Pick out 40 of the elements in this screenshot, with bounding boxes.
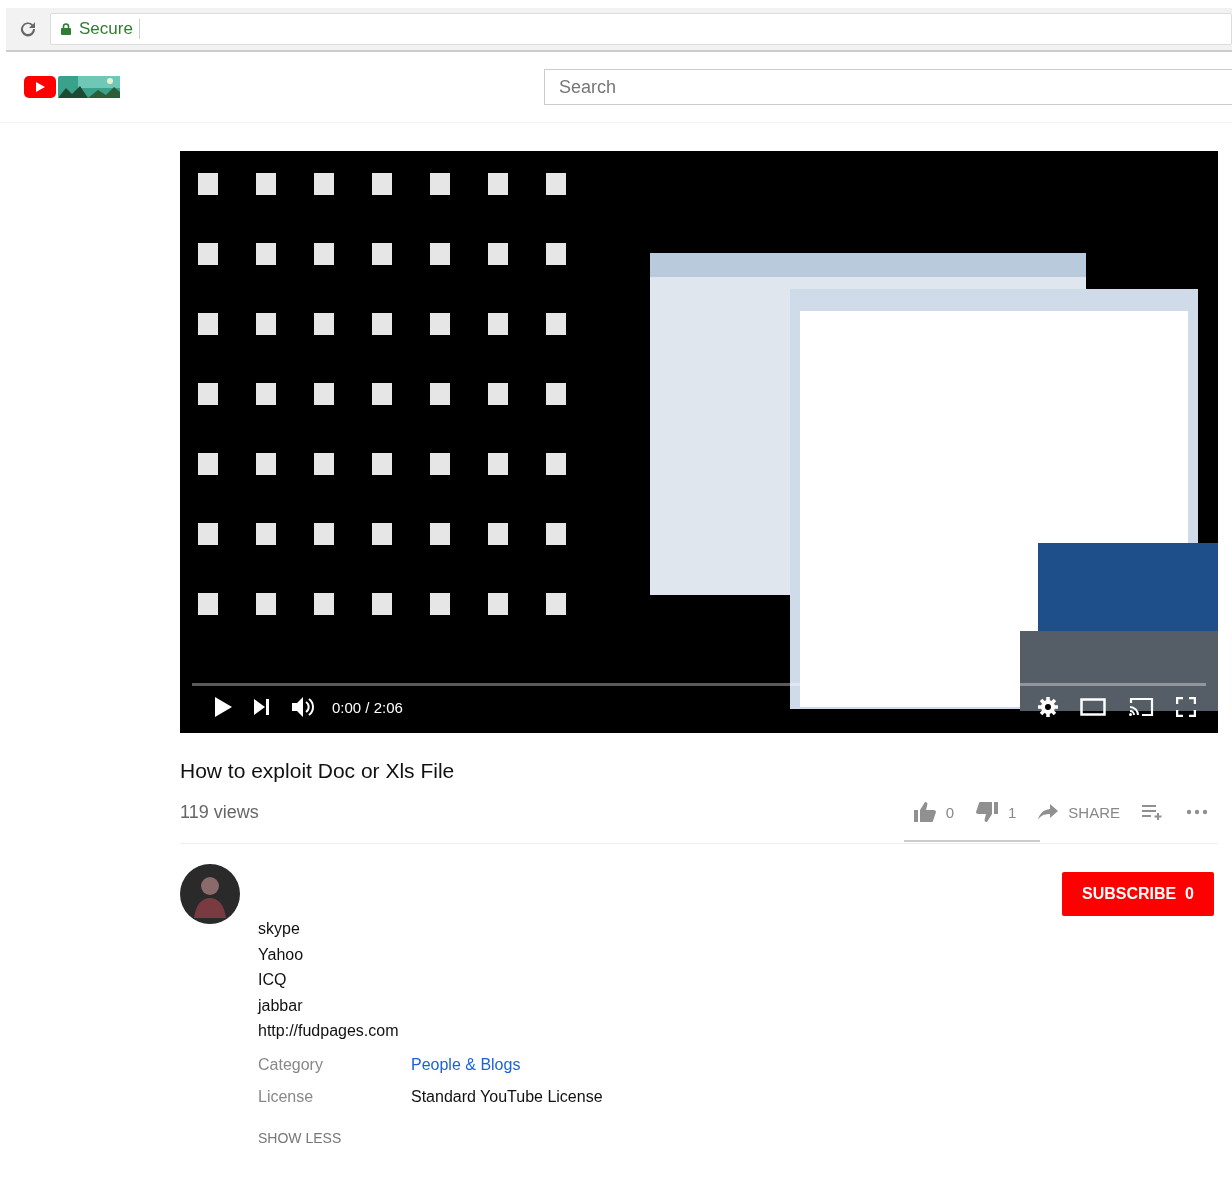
- description-line: http://fudpages.com: [258, 1021, 400, 1041]
- description-line: ICQ: [258, 970, 288, 990]
- more-button[interactable]: [1186, 809, 1208, 815]
- address-bar[interactable]: Secure: [50, 13, 1232, 45]
- description-line: jabbar: [258, 995, 304, 1016]
- thumbs-up-icon: [913, 802, 936, 822]
- meta-label: Category: [258, 1055, 324, 1074]
- subscriber-count: 0: [1185, 885, 1194, 902]
- subscribe-button[interactable]: SUBSCRIBE 0: [1061, 872, 1214, 916]
- video-time: 0:00 / 2:06: [332, 698, 403, 716]
- theater-mode-icon[interactable]: [1080, 698, 1106, 716]
- lock-icon: [61, 23, 71, 35]
- secure-label: Secure: [79, 19, 140, 39]
- playlist-add-icon: [1142, 804, 1164, 820]
- progress-bar[interactable]: [192, 683, 1206, 686]
- meta-value: Standard YouTube License: [411, 1087, 603, 1106]
- like-button[interactable]: 0: [913, 802, 954, 822]
- play-icon[interactable]: [214, 697, 232, 717]
- share-arrow-icon: [1038, 804, 1059, 820]
- reload-icon[interactable]: [18, 19, 38, 39]
- search-field[interactable]: Search: [544, 69, 1232, 105]
- channel-avatar[interactable]: [180, 864, 240, 924]
- show-less-button[interactable]: SHOW LESS: [258, 1129, 342, 1146]
- description-line: skype: [258, 919, 301, 939]
- cast-icon[interactable]: [1128, 697, 1154, 717]
- view-count: 119 views: [180, 801, 259, 823]
- fullscreen-icon[interactable]: [1176, 697, 1196, 717]
- add-to-playlist-button[interactable]: [1142, 804, 1164, 820]
- video-title: How to exploit Doc or Xls File: [180, 759, 456, 783]
- volume-icon[interactable]: [292, 696, 316, 718]
- dislike-button[interactable]: 1: [975, 802, 1017, 822]
- play-logo-icon[interactable]: [24, 76, 56, 98]
- share-button[interactable]: SHARE: [1038, 803, 1120, 821]
- description-line: Yahoo: [258, 944, 305, 965]
- meta-label: License: [258, 1087, 315, 1106]
- thumbs-down-icon: [975, 802, 998, 822]
- category-link[interactable]: People & Blogs: [411, 1055, 603, 1074]
- more-icon: [1186, 809, 1208, 815]
- settings-icon[interactable]: [1038, 697, 1058, 717]
- next-icon[interactable]: [254, 699, 270, 715]
